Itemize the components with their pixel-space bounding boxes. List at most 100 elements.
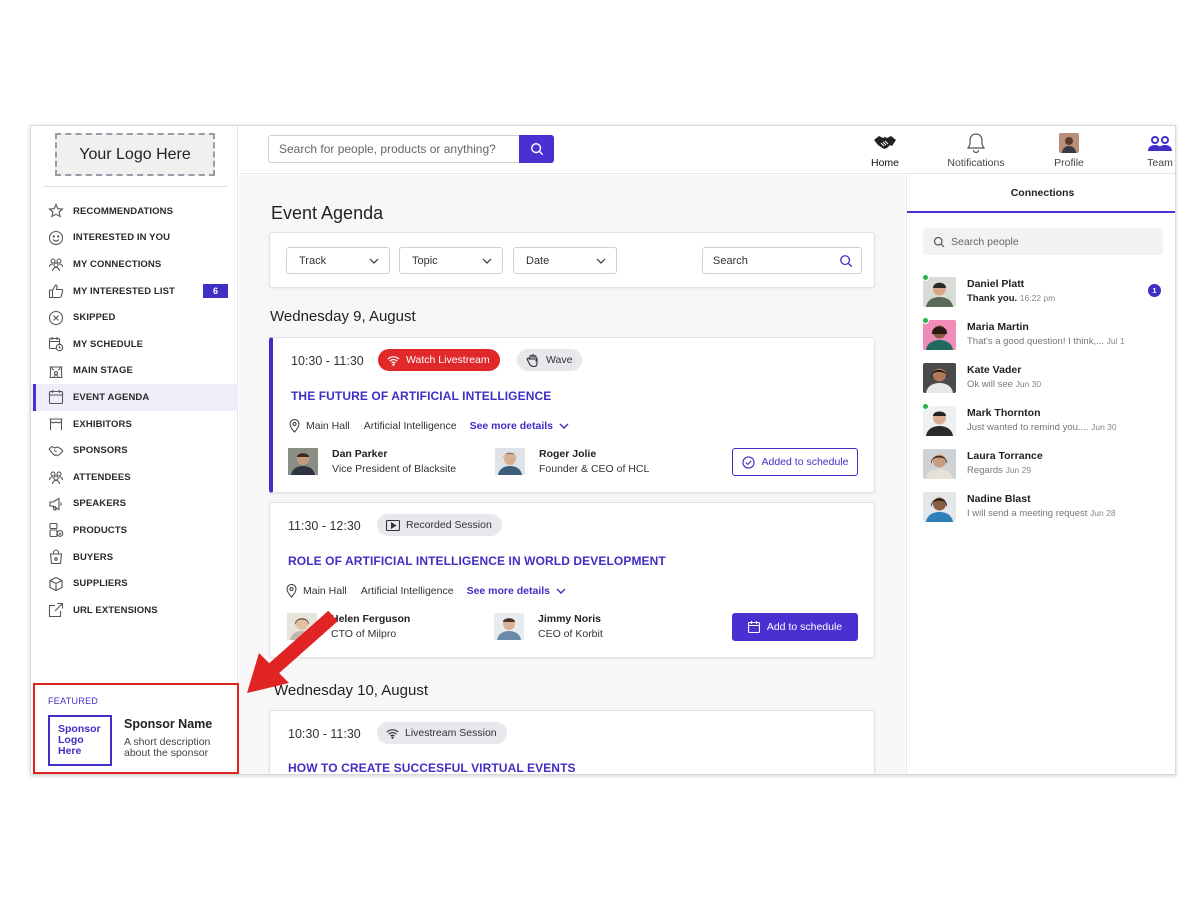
connection-name: Daniel Platt [967, 278, 1025, 290]
watch-livestream-button[interactable]: Watch Livestream [378, 349, 500, 371]
wave-label: Wave [546, 354, 573, 366]
online-indicator [922, 317, 929, 324]
sidebar-item-my-connections[interactable]: MY CONNECTIONS [31, 251, 238, 278]
chevron-down-icon [556, 588, 566, 594]
message-date: Jun 29 [1005, 465, 1032, 475]
livestream-session-badge[interactable]: Livestream Session [377, 722, 507, 744]
sidebar-item-speakers[interactable]: SPEAKERS [31, 491, 238, 518]
connection-item[interactable]: Daniel Platt Thank you. 16:22 pm 1 [922, 274, 1168, 311]
message-text: Thank you. [967, 293, 1018, 304]
date-filter[interactable]: Date [513, 247, 617, 274]
session-card[interactable]: 10:30 - 11:30 Livestream Session HOW TO … [269, 710, 875, 774]
recorded-session-badge[interactable]: Recorded Session [377, 514, 502, 536]
connection-item[interactable]: Kate Vader Ok will see Jun 30 [923, 361, 1168, 397]
speaker[interactable]: Jimmy Noris CEO of Korbit [494, 613, 603, 640]
message-date: Jun 28 [1090, 508, 1116, 518]
speaker-name: Jimmy Noris [538, 613, 602, 625]
search-icon [840, 254, 853, 267]
connection-message: Just wanted to remind you.... Jun 30 [967, 422, 1117, 433]
added-to-schedule-button[interactable]: Added to schedule [732, 448, 858, 476]
nav-home-label: Home [870, 157, 899, 169]
see-more-label: See more details [469, 420, 554, 432]
wave-button[interactable]: Wave [517, 349, 583, 371]
session-time: 10:30 - 11:30 [291, 354, 364, 368]
speaker[interactable]: Dan Parker Vice President of Blacksite [288, 448, 456, 475]
livestream-session-label: Livestream Session [405, 727, 497, 739]
tab-connections[interactable]: Connections [907, 175, 1175, 213]
see-more-details-link[interactable]: See more details [467, 585, 566, 597]
sponsor-logo: Sponsor Logo Here [48, 715, 112, 766]
sidebar-item-attendees[interactable]: ATTENDEES [31, 464, 238, 491]
chevron-down-icon [482, 258, 492, 264]
agenda-search-input[interactable]: Search [702, 247, 862, 274]
sponsor-name: Sponsor Name [124, 717, 213, 731]
sidebar-item-buyers[interactable]: BUYERS [31, 544, 238, 571]
app-window: Your Logo Here RECOMMENDATIONS INTERESTE… [30, 125, 1176, 775]
box-icon [47, 575, 65, 593]
nav-notifications-label: Notifications [947, 157, 1005, 169]
global-search-input[interactable] [269, 136, 520, 162]
track-filter[interactable]: Track [286, 247, 390, 274]
sidebar-item-skipped[interactable]: SKIPPED [31, 304, 238, 331]
products-icon [47, 521, 65, 539]
sidebar-item-exhibitors[interactable]: EXHIBITORS [31, 411, 238, 438]
connection-message: I will send a meeting request Jun 28 [967, 508, 1116, 519]
featured-label: FEATURED [48, 696, 99, 706]
sidebar-item-interested-in-you[interactable]: INTERESTED IN YOU [31, 225, 238, 252]
speaker-avatar [494, 613, 524, 640]
thumbs-up-icon [47, 282, 65, 300]
connection-avatar [923, 320, 956, 350]
sidebar-item-event-agenda[interactable]: EVENT AGENDA [31, 384, 238, 411]
sidebar-item-label: ATTENDEES [73, 471, 131, 483]
sidebar-item-products[interactable]: PRODUCTS [31, 517, 238, 544]
sidebar-item-label: SUPPLIERS [73, 578, 128, 590]
connection-avatar [923, 449, 956, 479]
connection-item[interactable]: Nadine Blast I will send a meeting reque… [923, 490, 1168, 526]
x-circle-icon [47, 309, 65, 327]
topic-filter[interactable]: Topic [399, 247, 503, 274]
featured-sponsor[interactable]: FEATURED Sponsor Logo Here Sponsor Name … [33, 683, 239, 774]
see-more-details-link[interactable]: See more details [470, 420, 569, 432]
sidebar-item-sponsors[interactable]: SPONSORS [31, 437, 238, 464]
global-search-button[interactable] [519, 135, 554, 163]
calendar-clock-icon [47, 335, 65, 353]
session-card[interactable]: 10:30 - 11:30 Watch Livestream Wave THE … [269, 337, 875, 493]
sidebar-item-url-extensions[interactable]: URL EXTENSIONS [31, 597, 238, 624]
sidebar-item-recommendations[interactable]: RECOMMENDATIONS [31, 198, 238, 225]
connection-avatar [923, 492, 956, 522]
nav-profile[interactable]: Profile [1029, 129, 1109, 169]
nav-notifications[interactable]: Notifications [936, 129, 1016, 169]
handshake-icon [47, 442, 65, 460]
session-room: Main Hall [306, 420, 350, 432]
interested-count-badge: 6 [203, 283, 228, 298]
add-to-schedule-button[interactable]: Add to schedule [732, 613, 858, 641]
sponsor-description: A short description about the sponsor [124, 736, 211, 759]
sidebar-item-my-schedule[interactable]: MY SCHEDULE [31, 331, 238, 358]
session-card[interactable]: 11:30 - 12:30 Recorded Session ROLE OF A… [269, 502, 875, 658]
nav-team[interactable]: Team [1120, 129, 1175, 169]
sidebar-item-suppliers[interactable]: SUPPLIERS [31, 570, 238, 597]
sidebar-item-label: SKIPPED [73, 312, 116, 324]
speaker[interactable]: Roger Jolie Founder & CEO of HCL [495, 448, 649, 475]
session-track: Artificial Intelligence [363, 420, 457, 432]
sidebar-item-label: SPEAKERS [73, 498, 127, 510]
chevron-down-icon [596, 258, 606, 264]
message-date: Jun 30 [1015, 379, 1042, 389]
people-search-input[interactable]: Search people [923, 228, 1163, 255]
connection-item[interactable]: Maria Martin That's a good question! I t… [922, 317, 1168, 354]
wave-hand-icon [526, 353, 540, 367]
nav-team-label: Team [1147, 157, 1173, 169]
booth-icon [47, 415, 65, 433]
connection-item[interactable]: Mark Thornton Just wanted to remind you.… [922, 403, 1168, 440]
date-heading: Wednesday 9, August [270, 308, 416, 325]
session-title[interactable]: ROLE OF ARTIFICIAL INTELLIGENCE IN WORLD… [288, 554, 666, 568]
topic-filter-label: Topic [412, 254, 438, 267]
message-text: I will send a meeting request [967, 508, 1088, 519]
session-title[interactable]: THE FUTURE OF ARTIFICIAL INTELLIGENCE [291, 389, 551, 403]
logo-placeholder[interactable]: Your Logo Here [55, 133, 215, 176]
nav-home[interactable]: Home [845, 129, 925, 169]
connection-item[interactable]: Laura Torrance Regards Jun 29 [923, 447, 1168, 483]
session-title[interactable]: HOW TO CREATE SUCCESFUL VIRTUAL EVENTS [288, 761, 576, 774]
sidebar-item-my-interested-list[interactable]: MY INTERESTED LIST 6 [31, 278, 238, 305]
sidebar-item-main-stage[interactable]: MAIN STAGE [31, 358, 238, 385]
